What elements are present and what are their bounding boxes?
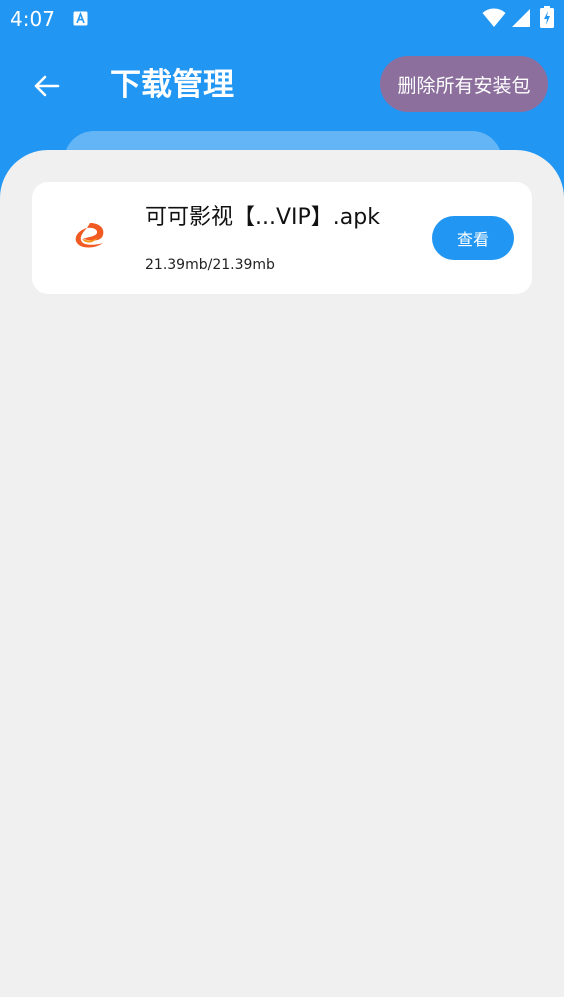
back-button[interactable] [24,66,68,106]
text-a-icon [73,11,88,26]
delete-all-packages-button[interactable]: 删除所有安装包 [380,56,548,112]
download-item: 可可影视【...VIP】.apk 21.39mb/21.39mb 查看 [32,182,532,294]
signal-icon [512,9,530,27]
content-panel: 可可影视【...VIP】.apk 21.39mb/21.39mb 查看 [0,150,564,997]
arrow-left-icon [34,75,60,97]
app-bar: 下载管理 删除所有安装包 [0,38,564,134]
page-title: 下载管理 [110,67,234,103]
view-button[interactable]: 查看 [432,216,514,260]
file-name: 可可影视【...VIP】.apk [145,205,380,230]
app-logo-icon [75,223,104,248]
status-bar: 4:07 [0,0,564,38]
battery-charging-icon [540,6,554,28]
wifi-icon [482,8,506,27]
file-size: 21.39mb/21.39mb [145,257,275,273]
status-time: 4:07 [10,7,55,31]
